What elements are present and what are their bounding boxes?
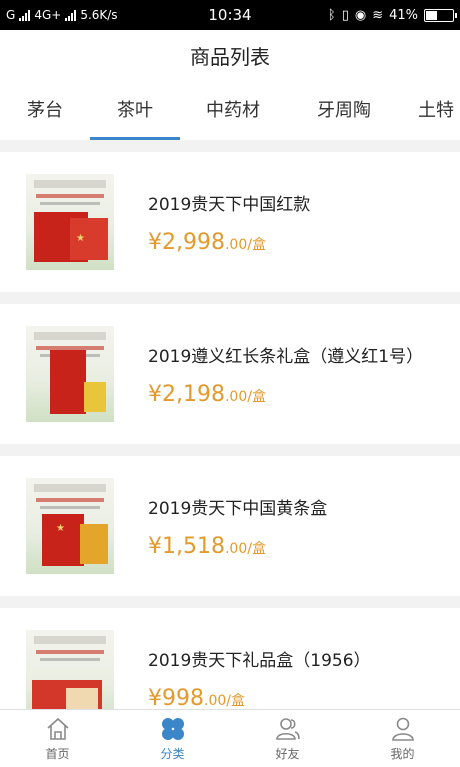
battery-fill — [426, 10, 437, 20]
wifi-icon: ≋ — [372, 7, 384, 23]
price-unit: /盒 — [247, 237, 266, 253]
product-item[interactable]: ★ 2019贵天下中国红款 ¥2,998.00/盒 — [0, 152, 460, 292]
product-title: 2019遵义红长条礼盒（遵义红1号） — [148, 347, 424, 367]
category-icon — [161, 718, 184, 740]
page-title: 商品列表 — [0, 30, 460, 84]
tab-herbs[interactable]: 中药材 — [180, 84, 286, 140]
tab-pottery[interactable]: 牙周陶 — [296, 84, 392, 140]
tab-local[interactable]: 土特 — [418, 84, 460, 140]
status-bar: G 4G+ 5.6K/s 10:34 ᛒ ▯ ◉ ≋ 41% — [0, 0, 460, 30]
nav-category[interactable]: 分类 — [115, 710, 230, 767]
tab-label: 茅台 — [27, 100, 63, 121]
price-decimal: .00 — [224, 541, 248, 557]
nav-label: 首页 — [45, 747, 70, 761]
price-decimal: .00 — [204, 693, 227, 709]
friends-icon — [275, 718, 300, 740]
product-title: 2019贵天下中国黄条盒 — [148, 499, 328, 519]
bluetooth-icon: ᛒ — [327, 7, 336, 23]
nav-label: 好友 — [275, 747, 300, 761]
product-image: ★ — [26, 478, 114, 574]
price-decimal: .00 — [224, 237, 248, 253]
price-unit: /盒 — [226, 693, 245, 709]
product-price: ¥998.00/盒 — [148, 686, 245, 711]
tab-maotai[interactable]: 茅台 — [0, 84, 90, 140]
home-icon — [46, 717, 69, 740]
alarm-icon: ◉ — [354, 7, 367, 23]
product-price: ¥2,998.00/盒 — [148, 230, 266, 255]
product-price: ¥1,518.00/盒 — [148, 534, 266, 559]
vibrate-icon: ▯ — [341, 7, 349, 23]
status-right: ᛒ ▯ ◉ ≋ 41% — [327, 0, 457, 30]
product-image: ★ — [26, 174, 114, 270]
screen: G 4G+ 5.6K/s 10:34 ᛒ ▯ ◉ ≋ 41% 商品列表 茅台 茶… — [0, 0, 460, 767]
nav-label: 我的 — [390, 747, 415, 761]
price-symbol: ¥ — [148, 534, 162, 559]
product-item[interactable]: 2019遵义红长条礼盒（遵义红1号） ¥2,198.00/盒 — [0, 304, 460, 444]
active-tab-indicator — [90, 137, 180, 140]
tab-label: 土特 — [418, 100, 454, 121]
nav-friends[interactable]: 好友 — [230, 710, 345, 767]
tab-label: 牙周陶 — [317, 100, 371, 121]
battery-percent: 41% — [389, 7, 418, 23]
price-main: 1,518 — [162, 534, 225, 559]
nav-profile[interactable]: 我的 — [345, 710, 460, 767]
price-symbol: ¥ — [148, 230, 162, 255]
price-symbol: ¥ — [148, 686, 162, 711]
price-main: 2,198 — [162, 382, 225, 407]
nav-home[interactable]: 首页 — [0, 710, 115, 767]
bottom-nav: 首页 分类 好友 我的 — [0, 709, 460, 767]
price-unit: /盒 — [247, 389, 266, 405]
product-title: 2019贵天下礼品盒（1956） — [148, 651, 371, 671]
price-main: 2,998 — [162, 230, 225, 255]
tab-label: 茶叶 — [117, 100, 153, 121]
price-main: 998 — [162, 686, 204, 711]
product-image — [26, 326, 114, 422]
price-decimal: .00 — [224, 389, 248, 405]
tab-label: 中药材 — [206, 100, 260, 121]
category-tabs: 茅台 茶叶 中药材 牙周陶 土特 — [0, 84, 460, 140]
price-symbol: ¥ — [148, 382, 162, 407]
battery-icon — [424, 8, 457, 22]
price-unit: /盒 — [247, 541, 266, 557]
tab-tea[interactable]: 茶叶 — [90, 84, 180, 140]
nav-label: 分类 — [160, 747, 185, 761]
profile-icon — [391, 717, 414, 741]
product-price: ¥2,198.00/盒 — [148, 382, 266, 407]
product-item[interactable]: ★ 2019贵天下中国黄条盒 ¥1,518.00/盒 — [0, 456, 460, 596]
product-title: 2019贵天下中国红款 — [148, 195, 311, 215]
